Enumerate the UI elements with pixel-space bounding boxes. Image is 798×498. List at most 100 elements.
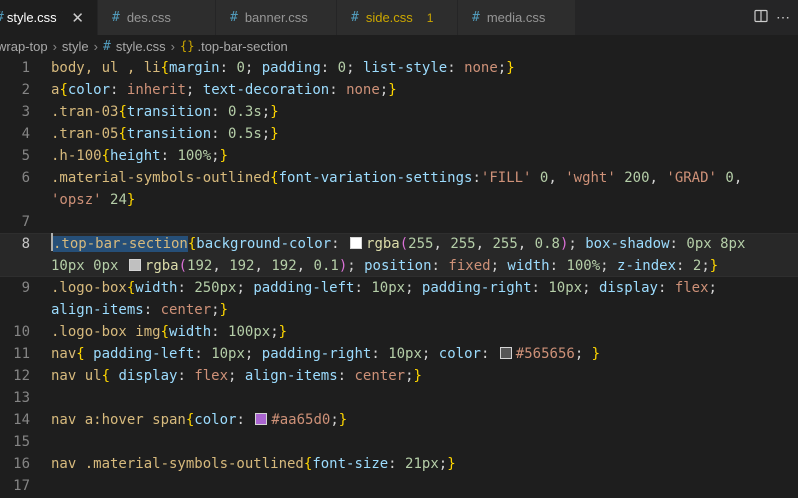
code-token: #565656 xyxy=(515,346,575,362)
color-swatch[interactable] xyxy=(350,237,363,249)
code-token: : xyxy=(354,280,372,296)
line-number: 15 xyxy=(13,434,30,450)
code-token: : xyxy=(236,412,254,428)
code-text: nav .material-symbols-outlined{font-size… xyxy=(51,453,456,475)
chevron-right-icon: › xyxy=(52,38,57,54)
code-token: .material-symbols-outlined xyxy=(51,170,271,186)
code-line[interactable]: 17 xyxy=(0,475,798,497)
code-line[interactable]: align-items: center;} xyxy=(0,299,798,321)
code-token: center xyxy=(160,302,212,318)
color-swatch[interactable] xyxy=(255,413,268,425)
close-icon[interactable]: ✕ xyxy=(71,9,85,27)
code-token: 255 xyxy=(492,236,518,252)
code-token: : xyxy=(431,258,449,274)
code-token: ( xyxy=(399,236,409,252)
code-token: none xyxy=(346,82,380,98)
code-line[interactable]: 13 xyxy=(0,387,798,409)
split-editor-icon[interactable] xyxy=(750,9,772,26)
code-token: 100% xyxy=(566,258,601,274)
code-text: .h-100{height: 100%;} xyxy=(51,145,228,167)
code-line[interactable]: 9 .logo-box{width: 250px; padding-left: 1… xyxy=(0,277,798,299)
code-token: inherit xyxy=(126,82,186,98)
code-text: .material-symbols-outlined{font-variatio… xyxy=(51,167,742,189)
code-line[interactable]: 6 .material-symbols-outlined{font-variati… xyxy=(0,167,798,189)
code-token: { xyxy=(59,82,68,98)
color-swatch[interactable] xyxy=(499,347,512,359)
code-token: : xyxy=(219,60,237,76)
code-line[interactable]: 12 nav ul{ display: flex; align-items: ce… xyxy=(0,365,798,387)
more-actions-icon[interactable]: ⋯ xyxy=(772,9,794,26)
problem-count-badge: 1 xyxy=(426,10,434,25)
code-token: box-shadow xyxy=(585,236,670,252)
css-file-icon: # xyxy=(230,10,238,25)
line-number: 12 xyxy=(13,368,30,384)
code-token: color xyxy=(438,346,481,362)
code-token: 0 xyxy=(236,60,245,76)
code-token: width xyxy=(169,324,212,340)
code-token: { xyxy=(118,104,127,120)
code-token: } xyxy=(338,412,348,428)
code-line[interactable]: 8 .top-bar-section{background-color: rgba… xyxy=(0,233,798,255)
code-text: nav a:hover span{color: #aa65d0;} xyxy=(51,409,347,431)
code-token: ; xyxy=(211,302,220,318)
code-token: 250px xyxy=(194,280,237,296)
code-token: ; xyxy=(236,280,254,296)
code-token: : xyxy=(211,126,229,142)
tab-style-css[interactable]: # style.css ✕ xyxy=(0,0,98,35)
code-token: 0px xyxy=(93,258,119,274)
tab-side-css[interactable]: # side.css 1 xyxy=(337,0,458,35)
code-token: padding-right xyxy=(261,346,372,362)
code-line[interactable]: 7 xyxy=(0,211,798,233)
code-token: font-size xyxy=(312,456,389,472)
code-token: .tran-05 xyxy=(51,126,119,142)
breadcrumb-folder[interactable]: wrap-top xyxy=(0,39,48,54)
code-token: 24 xyxy=(110,192,127,208)
code-token: list-style xyxy=(362,60,448,76)
code-token: { xyxy=(160,324,170,340)
code-token: .h-100 xyxy=(51,148,102,164)
code-line[interactable]: 10 .logo-box img{width: 100px;} xyxy=(0,321,798,343)
code-token: } xyxy=(270,104,279,120)
color-swatch[interactable] xyxy=(128,259,141,271)
code-line[interactable]: 11 nav{ padding-left: 10px; padding-right… xyxy=(0,343,798,365)
tab-media-css[interactable]: # media.css xyxy=(458,0,576,35)
code-token: ; xyxy=(211,148,220,164)
code-line[interactable]: 15 xyxy=(0,431,798,453)
breadcrumb-folder[interactable]: style xyxy=(62,39,89,54)
code-line[interactable]: 3 .tran-03{transition: 0.3s;} xyxy=(0,101,798,123)
code-token: : xyxy=(371,346,389,362)
code-text: .logo-box img{width: 100px;} xyxy=(51,321,287,343)
code-line[interactable]: 16 nav .material-symbols-outlined{font-si… xyxy=(0,453,798,475)
code-line[interactable]: 10px 0px rgba(192, 192, 192, 0.1); posit… xyxy=(0,255,798,277)
code-token: ; xyxy=(568,236,586,252)
code-token: color xyxy=(67,82,111,98)
code-token: } xyxy=(270,126,279,142)
code-token: : xyxy=(337,368,355,384)
breadcrumb-file[interactable]: style.css xyxy=(116,39,166,54)
code-token: : xyxy=(160,148,178,164)
code-line[interactable]: 2 a{color: inherit; text-decoration: none… xyxy=(0,79,798,101)
code-line[interactable]: 1 body, ul , li{margin: 0; padding: 0; li… xyxy=(0,57,798,79)
code-line[interactable]: 14 nav a:hover span{color: #aa65d0;} xyxy=(0,409,798,431)
code-token: 10px xyxy=(548,280,583,296)
code-token: : xyxy=(177,280,195,296)
code-editor[interactable]: 1 body, ul , li{margin: 0; padding: 0; li… xyxy=(0,57,798,498)
breadcrumb-symbol[interactable]: .top-bar-section xyxy=(197,39,287,54)
tab-banner-css[interactable]: # banner.css xyxy=(216,0,337,35)
code-token: z-index xyxy=(617,258,677,274)
code-token: 8px xyxy=(720,236,746,252)
code-token: ; xyxy=(244,346,262,362)
code-token: ; xyxy=(379,82,389,98)
tab-des-css[interactable]: # des.css xyxy=(98,0,216,35)
code-line[interactable]: 'opsz' 24} xyxy=(0,189,798,211)
code-token: : xyxy=(531,280,549,296)
code-token: } xyxy=(219,302,229,318)
code-line[interactable]: 5 .h-100{height: 100%;} xyxy=(0,145,798,167)
code-token: ; xyxy=(421,346,439,362)
code-line[interactable]: 4 .tran-05{transition: 0.5s;} xyxy=(0,123,798,145)
code-token: ; xyxy=(330,412,339,428)
code-token: : xyxy=(657,280,675,296)
